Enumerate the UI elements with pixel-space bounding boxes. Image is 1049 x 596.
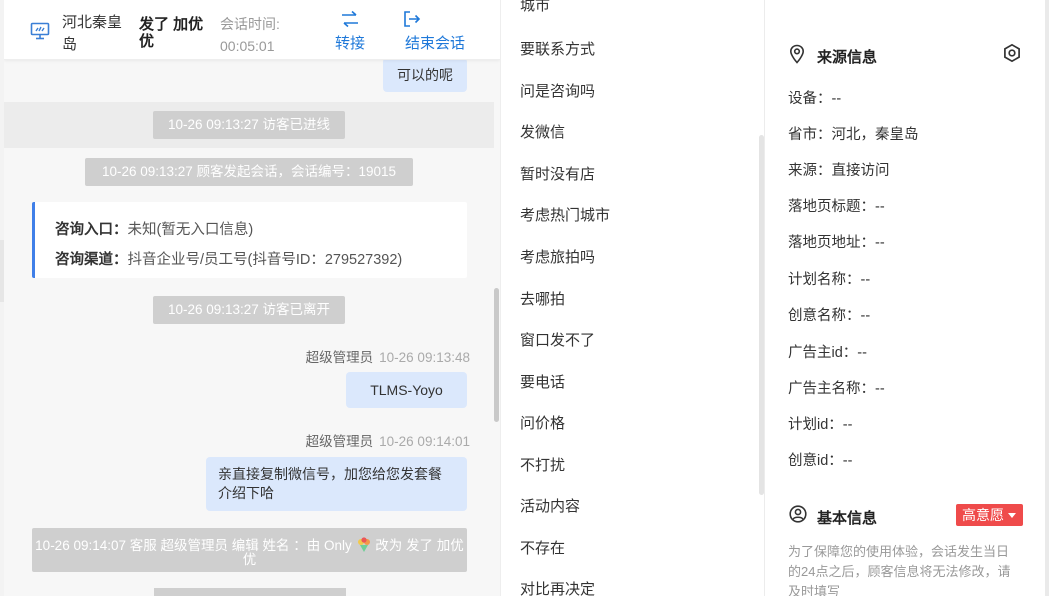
system-notice-entered: 10-26 09:13:27 访客已进线 bbox=[153, 111, 345, 139]
quick-reply-item[interactable]: 考虑旅拍吗 bbox=[520, 246, 595, 267]
chat-panel: 河北秦皇岛 发了 加优优 会话时间: 00:05:01 转接 结束会话 可以的呢… bbox=[4, 0, 500, 596]
end-session-button[interactable]: 结束会话 bbox=[402, 10, 468, 53]
system-notice-started: 10-26 09:13:27 顾客发起会话，会话编号：19015 bbox=[85, 158, 413, 186]
session-time-label: 会话时间: bbox=[220, 16, 280, 32]
intent-level-label: 高意愿 bbox=[962, 507, 1004, 523]
visitor-region: 河北秦皇岛 bbox=[62, 14, 123, 53]
source-field: 广告主名称：-- bbox=[788, 381, 885, 397]
consult-entry-value: 未知(暂无入口信息) bbox=[127, 222, 254, 238]
location-pin-icon bbox=[789, 44, 805, 64]
system-notice-left: 10-26 09:13:27 访客已离开 bbox=[153, 296, 345, 324]
consult-entry-key: 咨询入口： bbox=[55, 222, 128, 238]
message-sender: 超级管理员 bbox=[305, 350, 374, 365]
message-meta: 超级管理员 10-26 09:14:01 bbox=[306, 430, 470, 450]
intent-level-dropdown[interactable]: 高意愿 bbox=[956, 504, 1023, 526]
session-time-value: 00:05:01 bbox=[220, 38, 275, 54]
message-time: 10-26 09:13:48 bbox=[379, 350, 470, 365]
source-field: 省市：河北，秦皇岛 bbox=[788, 127, 919, 143]
quick-reply-item[interactable]: 不打扰 bbox=[520, 454, 565, 475]
quick-reply-item[interactable]: 不存在 bbox=[520, 537, 565, 558]
visitor-name: 发了 加优优 bbox=[139, 16, 204, 50]
user-circle-icon bbox=[789, 505, 807, 523]
rename-notice-text-a: 10-26 09:14:07 客服 超级管理员 编辑 姓名 ：由 Only bbox=[35, 538, 352, 553]
source-field: 计划名称：-- bbox=[788, 272, 871, 288]
visitor-info-panel: 来源信息 设备：-- 省市：河北，秦皇岛 来源：直接访问 落地页标题：-- 落地… bbox=[764, 0, 1049, 596]
consult-channel-value: 抖音企业号/员工号(抖音号ID：279527392) bbox=[127, 252, 403, 268]
consult-info-card: 咨询入口：未知(暂无入口信息) 咨询渠道：抖音企业号/员工号(抖音号ID：279… bbox=[32, 202, 467, 278]
end-session-label: 结束会话 bbox=[404, 35, 465, 52]
message-meta: 超级管理员 10-26 09:13:48 bbox=[306, 346, 470, 366]
exit-icon bbox=[404, 11, 421, 27]
chat-scrollbar[interactable] bbox=[494, 288, 499, 422]
source-field: 落地页地址：-- bbox=[788, 235, 885, 251]
source-field: 广告主id：-- bbox=[788, 345, 867, 361]
quick-reply-item[interactable]: 城市 bbox=[520, 0, 550, 15]
message-sender: 超级管理员 bbox=[305, 434, 374, 449]
message-bubble: 亲直接复制微信号，加您给您发套餐介绍下哈 bbox=[206, 457, 467, 511]
quick-reply-item[interactable]: 发微信 bbox=[520, 121, 565, 142]
message-time: 10-26 09:14:01 bbox=[379, 434, 470, 449]
quick-reply-item[interactable]: 暂时没有店 bbox=[520, 163, 595, 184]
source-info-title: 来源信息 bbox=[817, 49, 878, 66]
system-notice-rename: 10-26 09:14:07 客服 超级管理员 编辑 姓名 ：由 Only 改为… bbox=[32, 528, 467, 572]
source-field: 来源：直接访问 bbox=[788, 163, 890, 179]
quick-reply-list: 城市 要联系方式 问是咨询吗 发微信 暂时没有店 考虑热门城市 考虑旅拍吗 去哪… bbox=[500, 0, 764, 596]
monitor-icon bbox=[30, 22, 50, 40]
quick-reply-item[interactable]: 窗口发不了 bbox=[520, 329, 595, 350]
quick-reply-item[interactable]: 问是咨询吗 bbox=[520, 80, 595, 101]
message-bubble: TLMS-Yoyo bbox=[346, 372, 467, 408]
quick-reply-item[interactable]: 去哪拍 bbox=[520, 288, 565, 309]
source-field: 设备：-- bbox=[788, 91, 842, 107]
system-notice-partial bbox=[154, 588, 346, 596]
flower-bouquet-icon bbox=[357, 537, 370, 552]
info-panel-scrollbar[interactable] bbox=[1045, 0, 1049, 596]
quick-reply-item[interactable]: 对比再决定 bbox=[520, 578, 595, 596]
transfer-label: 转接 bbox=[334, 35, 365, 52]
source-field: 落地页标题：-- bbox=[788, 199, 885, 215]
chat-header: 河北秦皇岛 发了 加优优 会话时间: 00:05:01 转接 结束会话 bbox=[4, 0, 500, 60]
source-field: 创意id：-- bbox=[788, 453, 853, 469]
settings-gear-icon[interactable] bbox=[1002, 43, 1022, 63]
caret-down-icon bbox=[1008, 513, 1016, 518]
transfer-button[interactable]: 转接 bbox=[332, 10, 368, 53]
consult-channel-key: 咨询渠道： bbox=[55, 252, 128, 268]
message-bubble-top: 可以的呢 bbox=[383, 58, 467, 92]
basic-info-title: 基本信息 bbox=[817, 510, 878, 527]
edit-deadline-notice: 为了保障您的使用体验，会话发生当日的24点之后，顾客信息将无法修改，请及时填写 bbox=[788, 544, 1011, 596]
transfer-arrows-icon bbox=[342, 10, 358, 28]
quick-reply-item[interactable]: 活动内容 bbox=[520, 495, 580, 516]
quick-reply-item[interactable]: 考虑热门城市 bbox=[520, 204, 610, 225]
quick-reply-item[interactable]: 问价格 bbox=[520, 412, 565, 433]
quick-reply-item[interactable]: 要电话 bbox=[520, 371, 565, 392]
quick-reply-item[interactable]: 要联系方式 bbox=[520, 38, 595, 59]
source-field: 计划id：-- bbox=[788, 417, 853, 433]
source-field: 创意名称：-- bbox=[788, 308, 871, 324]
